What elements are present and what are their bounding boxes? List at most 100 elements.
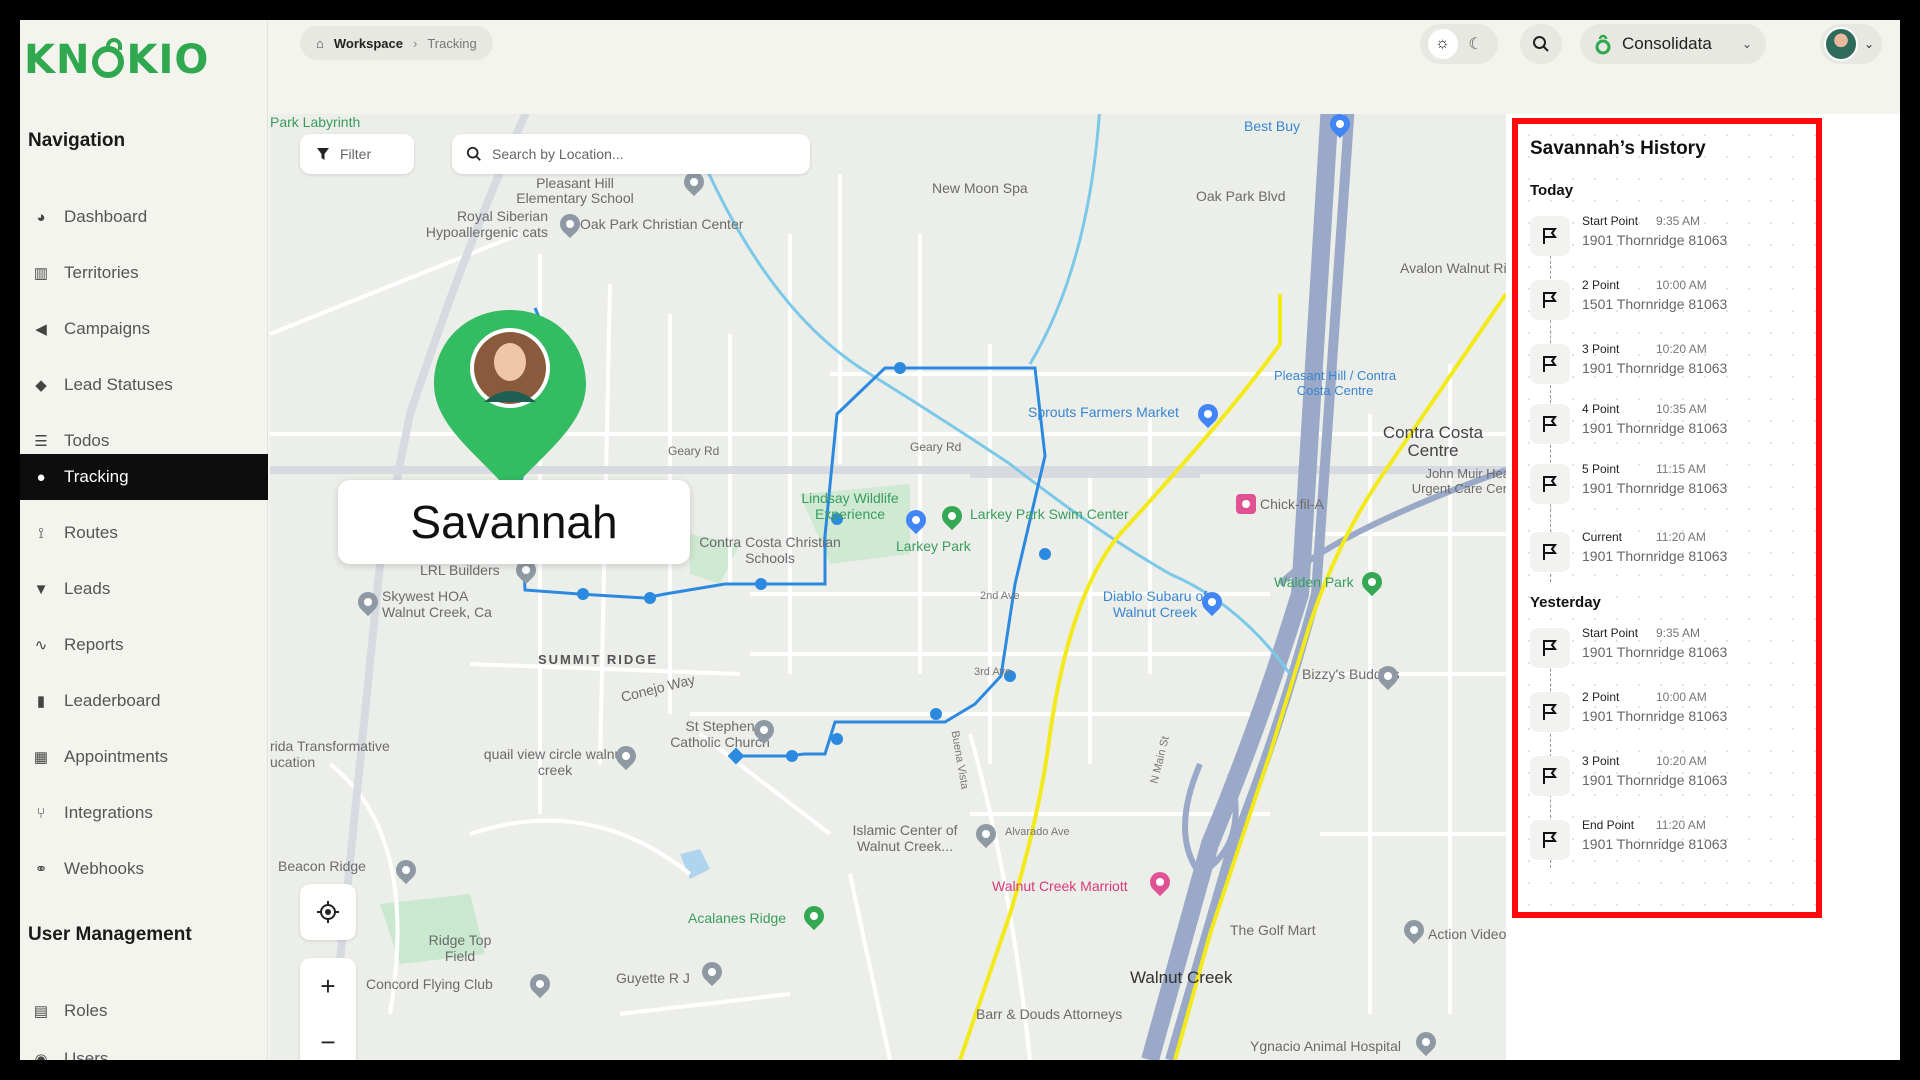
global-search-button[interactable] — [1520, 24, 1562, 64]
webhook-icon: ⚭ — [34, 861, 48, 878]
history-item[interactable]: 3 Point 10:20 AM 1901 Thornridge 81063 — [1530, 340, 1810, 388]
map-label: Concord Flying Club — [366, 976, 493, 992]
history-item-time: 10:00 AM — [1656, 690, 1707, 704]
sidebar-item-routes[interactable]: ⟟ Routes — [20, 510, 268, 556]
knokio-mark-icon — [1595, 34, 1611, 55]
history-item-label: 3 Point — [1582, 754, 1620, 768]
history-item[interactable]: End Point 11:20 AM 1901 Thornridge 81063 — [1530, 816, 1810, 864]
history-item-time: 10:35 AM — [1656, 402, 1707, 416]
sidebar-item-leaderboard[interactable]: ▮ Leaderboard — [20, 678, 268, 724]
map-label: Best Buy — [1244, 118, 1301, 134]
sidebar-item-label: Tracking — [64, 467, 129, 486]
history-item[interactable]: 3 Point 10:20 AM 1901 Thornridge 81063 — [1530, 752, 1810, 800]
moon-icon[interactable]: ☾ — [1461, 29, 1491, 59]
plus-icon: + — [320, 970, 336, 1001]
history-item-time: 10:20 AM — [1656, 754, 1707, 768]
map-label: Alvarado Ave — [1005, 826, 1070, 838]
location-search-input[interactable] — [492, 146, 792, 162]
sidebar-item-label: Reports — [64, 635, 124, 654]
history-item-label: End Point — [1582, 818, 1635, 832]
history-item[interactable]: 4 Point 10:35 AM 1901 Thornridge 81063 — [1530, 400, 1810, 448]
map-label: Pleasant Hill / Contra Costa Centre — [1273, 368, 1397, 398]
sidebar: KN KIO Navigation ◕ Dashboard ▥ Territories… — [20, 20, 268, 1060]
zoom-out-button[interactable]: − — [300, 1014, 356, 1060]
branch-icon: ⑂ — [36, 804, 46, 822]
map-label: 3rd Ave — [974, 666, 1012, 678]
search-icon — [1533, 36, 1549, 52]
home-icon[interactable]: ⌂ — [316, 36, 324, 51]
sidebar-item-reports[interactable]: ∿ Reports — [20, 622, 268, 668]
map-label: Larkey Park Swim Center — [970, 506, 1129, 522]
funnel-icon: ▼ — [33, 580, 49, 598]
map-label: Ridge Top Field — [428, 932, 492, 964]
map-marker-icon — [434, 310, 586, 492]
sidebar-item-integrations[interactable]: ⑂ Integrations — [20, 790, 268, 836]
history-item-address: 1901 Thornridge 81063 — [1582, 360, 1728, 376]
history-item[interactable]: 2 Point 10:00 AM 1501 Thornridge 81063 — [1530, 276, 1810, 324]
sidebar-item-dashboard[interactable]: ◕ Dashboard — [20, 194, 268, 240]
sidebar-item-webhooks[interactable]: ⚭ Webhooks — [20, 846, 268, 892]
map-label: Park Labyrinth — [270, 114, 361, 130]
history-item[interactable]: 2 Point 10:00 AM 1901 Thornridge 81063 — [1530, 688, 1810, 736]
chevron-down-icon: ⌄ — [1864, 37, 1875, 51]
route-icon: ⟟ — [38, 524, 44, 542]
history-item-time: 10:20 AM — [1656, 342, 1707, 356]
user-management-heading: User Management — [28, 924, 192, 945]
map-label: Avalon Walnut Ridg — [1400, 260, 1506, 276]
tracking-map[interactable]: Park Labyrinth Best Buy Pleasant Hill El… — [270, 114, 1506, 1060]
history-item-time: 9:35 AM — [1656, 626, 1701, 640]
map-label: Walden Park — [1274, 574, 1354, 590]
history-item[interactable]: Start Point 9:35 AM 1901 Thornridge 8106… — [1530, 624, 1810, 672]
history-item-address: 1901 Thornridge 81063 — [1582, 772, 1728, 788]
breadcrumb-workspace[interactable]: Workspace — [334, 36, 403, 51]
organization-select[interactable]: Consolidata ⌄ — [1580, 24, 1766, 64]
sidebar-item-users[interactable]: ◉ Users — [20, 1044, 268, 1060]
history-item[interactable]: Start Point 9:35 AM 1901 Thornridge 8106… — [1530, 212, 1810, 260]
history-item-time: 11:20 AM — [1656, 818, 1706, 832]
history-item-address: 1901 Thornridge 81063 — [1582, 232, 1728, 248]
location-search[interactable] — [452, 134, 810, 174]
navigation-heading: Navigation — [28, 130, 126, 151]
history-item-address: 1901 Thornridge 81063 — [1582, 708, 1728, 724]
map-label: Oak Park Christian Center — [580, 216, 744, 232]
flag-icon — [1530, 756, 1570, 796]
avatar — [1824, 27, 1858, 61]
map-label: Skywest HOA Walnut Creek, Ca — [382, 588, 492, 620]
sidebar-item-roles[interactable]: ▤ Roles — [20, 988, 268, 1034]
organization-name: Consolidata — [1622, 34, 1712, 53]
map-label: Guyette R J — [616, 970, 690, 986]
user-menu[interactable]: ⌄ — [1820, 24, 1882, 64]
map-label: John Muir Hea Urgent Care Cen — [1411, 466, 1506, 496]
theme-toggle[interactable]: ☼ ☾ — [1420, 24, 1498, 64]
sidebar-item-tracking[interactable]: ● Tracking — [20, 454, 268, 500]
history-item-label: 2 Point — [1582, 690, 1620, 704]
sidebar-item-campaigns[interactable]: ◀ Campaigns — [20, 306, 268, 352]
history-item-address: 1901 Thornridge 81063 — [1582, 644, 1728, 660]
sidebar-item-appointments[interactable]: ▦ Appointments — [20, 734, 268, 780]
knokio-logo[interactable]: KN KIO — [24, 28, 209, 92]
map-icon: ▥ — [33, 265, 49, 282]
map-label: Lindsay Wildlife Experience — [801, 490, 899, 522]
selected-person-marker[interactable] — [430, 306, 590, 496]
sidebar-item-leads[interactable]: ▼ Leads — [20, 566, 268, 612]
map-label: Oak Park Blvd — [1196, 188, 1286, 204]
sun-icon[interactable]: ☼ — [1427, 29, 1458, 59]
search-icon — [466, 146, 481, 161]
map-label: LRL Builders — [420, 562, 500, 578]
history-item-address: 1901 Thornridge 81063 — [1582, 420, 1728, 436]
restaurant-pin-icon[interactable] — [1236, 494, 1256, 514]
map-label: Diablo Subaru of Walnut Creek — [1102, 588, 1208, 620]
sidebar-item-territories[interactable]: ▥ Territories — [20, 250, 268, 296]
map-label: Chick-fil-A — [1260, 496, 1324, 512]
history-item[interactable]: Current 11:20 AM 1901 Thornridge 81063 — [1530, 528, 1810, 576]
megaphone-icon: ◀ — [35, 321, 47, 338]
zoom-in-button[interactable]: + — [300, 958, 356, 1014]
flag-icon — [1530, 216, 1570, 256]
location-pin-icon: ● — [36, 468, 46, 486]
sidebar-item-lead-statuses[interactable]: ◆ Lead Statuses — [20, 362, 268, 408]
filter-button[interactable]: Filter — [300, 134, 414, 174]
filter-label: Filter — [340, 146, 372, 162]
my-location-button[interactable] — [300, 884, 356, 940]
history-item[interactable]: 5 Point 11:15 AM 1901 Thornridge 81063 — [1530, 460, 1810, 508]
flag-icon — [1530, 532, 1570, 572]
